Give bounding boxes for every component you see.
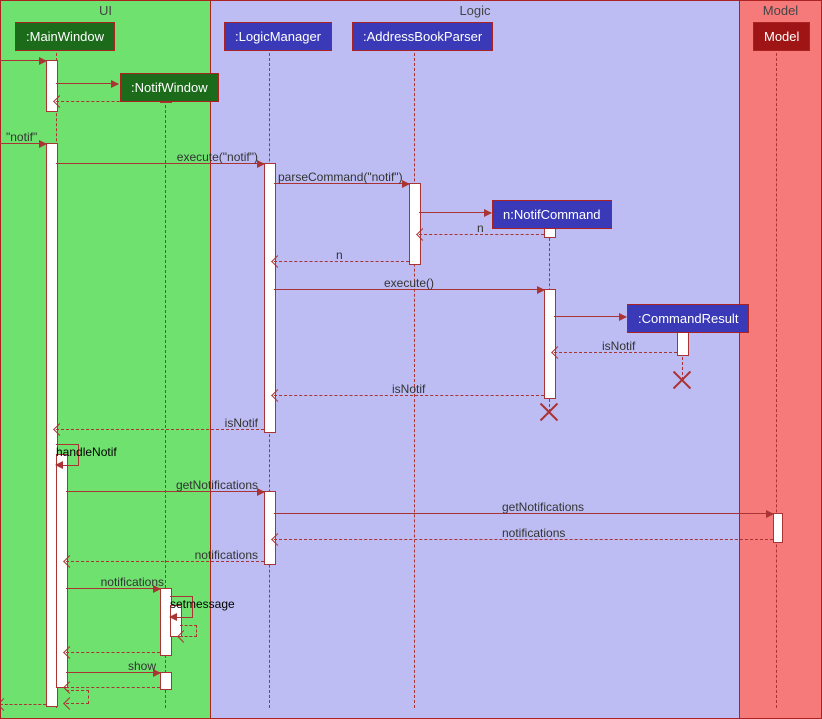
msg-execute: execute() bbox=[274, 289, 544, 291]
sequence-diagram: UI Logic Model :MainWindow :NotifWindow … bbox=[0, 0, 822, 719]
head-addressbookparser: :AddressBookParser bbox=[352, 22, 493, 51]
msg-notif-in: "notif" bbox=[0, 143, 46, 145]
act-logicmgr-2 bbox=[264, 491, 276, 565]
msg-ret-notifwindow2 bbox=[66, 652, 160, 654]
act-parser-1 bbox=[409, 183, 421, 265]
head-commandresult: :CommandResult bbox=[627, 304, 749, 333]
region-ui-title: UI bbox=[1, 3, 210, 18]
msg-return-n1: n bbox=[419, 234, 544, 236]
msg-isnotif3: isNotif bbox=[56, 429, 264, 431]
lifeline-model bbox=[776, 48, 777, 708]
msg-show: show bbox=[66, 672, 160, 674]
region-model-title: Model bbox=[740, 3, 821, 18]
head-mainwindow: :MainWindow bbox=[15, 22, 115, 51]
region-logic: Logic bbox=[211, 0, 740, 719]
region-logic-title: Logic bbox=[211, 3, 739, 18]
msg-found-1 bbox=[0, 60, 46, 62]
destroy-cmdresult bbox=[672, 370, 692, 390]
head-notifcommand: n:NotifCommand bbox=[492, 200, 612, 229]
act-notifcmd-2 bbox=[544, 289, 556, 399]
msg-notifications3: notifications bbox=[66, 588, 160, 590]
msg-execute-notif: execute("notif") bbox=[56, 163, 264, 165]
msg-isnotif2: isNotif bbox=[274, 395, 544, 397]
msg-getnotifications2: getNotifications bbox=[274, 513, 773, 515]
destroy-notifcmd bbox=[539, 402, 559, 422]
msg-ret-show bbox=[66, 687, 160, 689]
head-notifwindow: :NotifWindow bbox=[120, 73, 219, 102]
head-model: Model bbox=[753, 22, 810, 51]
head-logicmanager: :LogicManager bbox=[224, 22, 332, 51]
act-notifwindow-3 bbox=[160, 672, 172, 690]
msg-create-notifwindow bbox=[56, 83, 118, 85]
msg-notifications2: notifications bbox=[66, 561, 264, 563]
msg-getnotifications1: getNotifications bbox=[66, 491, 264, 493]
msg-setmessage-ret bbox=[180, 625, 197, 637]
region-model: Model bbox=[740, 0, 822, 719]
msg-parsecommand: parseCommand("notif") bbox=[274, 183, 409, 185]
msg-create-cmdresult bbox=[554, 316, 626, 318]
msg-final-return bbox=[0, 704, 46, 706]
msg-handlenotif-ret bbox=[66, 690, 89, 704]
msg-notifications1: notifications bbox=[274, 539, 773, 541]
msg-setmessage: setmessage bbox=[170, 596, 193, 618]
lifeline-addressbookparser bbox=[414, 48, 415, 708]
msg-isnotif1: isNotif bbox=[554, 352, 677, 354]
act-model-1 bbox=[773, 513, 783, 543]
msg-create-notifcmd bbox=[419, 212, 491, 214]
msg-return-n2: n bbox=[274, 261, 409, 263]
msg-handlenotif: handleNotif bbox=[56, 444, 79, 466]
